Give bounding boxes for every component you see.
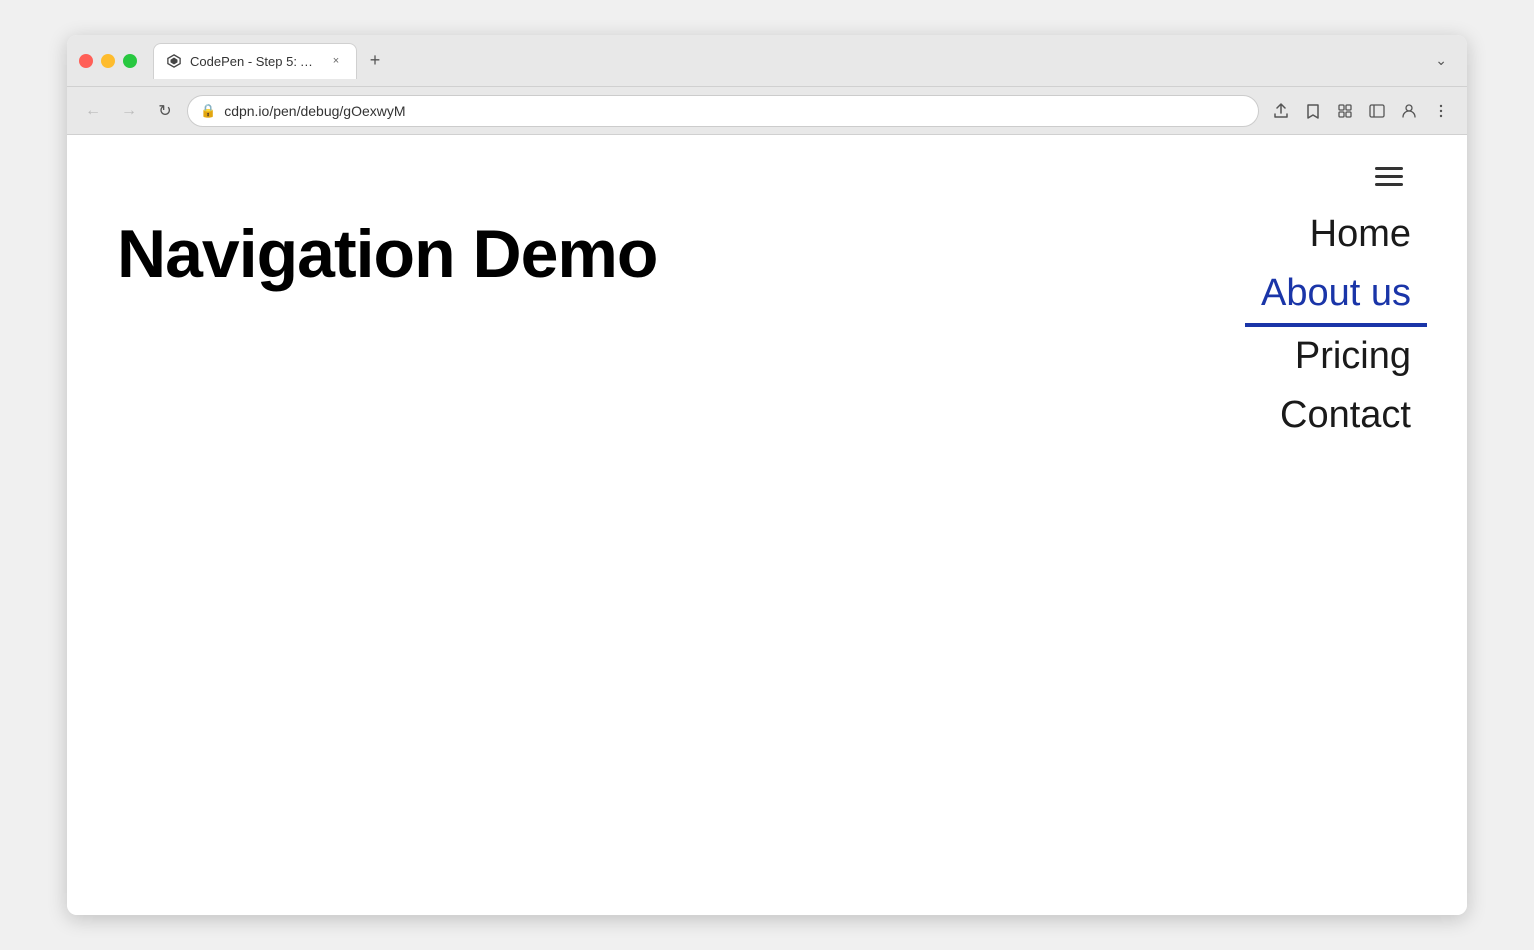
hamburger-line-2	[1375, 175, 1403, 178]
hamburger-button[interactable]	[1371, 163, 1407, 190]
address-bar: ← → ↻ 🔒 cdpn.io/pen/debug/gOexwyM	[67, 87, 1467, 135]
sidebar-button[interactable]	[1363, 97, 1391, 125]
lock-icon: 🔒	[200, 103, 216, 119]
minimize-window-button[interactable]	[101, 54, 115, 68]
url-bar[interactable]: 🔒 cdpn.io/pen/debug/gOexwyM	[187, 95, 1259, 127]
nav-item-about[interactable]: About us	[1245, 264, 1427, 327]
page-content: Navigation Demo Home About us Pricing Co…	[67, 135, 1467, 915]
nav-menu: Home About us Pricing Contact	[1245, 205, 1427, 445]
traffic-lights	[79, 54, 137, 68]
page-heading: Navigation Demo	[117, 215, 657, 293]
tab-area: CodePen - Step 5: Adding a bu × +	[153, 43, 1419, 79]
tab-favicon	[166, 53, 182, 69]
menu-button[interactable]	[1427, 97, 1455, 125]
nav-item-pricing[interactable]: Pricing	[1245, 327, 1427, 386]
hamburger-line-1	[1375, 167, 1403, 170]
extensions-button[interactable]	[1331, 97, 1359, 125]
title-bar: CodePen - Step 5: Adding a bu × + ⌄	[67, 35, 1467, 87]
back-button[interactable]: ←	[79, 97, 107, 125]
profile-button[interactable]	[1395, 97, 1423, 125]
tab-dropdown-button[interactable]: ⌄	[1427, 48, 1455, 73]
bookmark-button[interactable]	[1299, 97, 1327, 125]
nav-item-contact[interactable]: Contact	[1245, 386, 1427, 445]
active-tab[interactable]: CodePen - Step 5: Adding a bu ×	[153, 43, 357, 79]
reload-button[interactable]: ↻	[151, 97, 179, 125]
close-window-button[interactable]	[79, 54, 93, 68]
hamburger-line-3	[1375, 183, 1403, 186]
maximize-window-button[interactable]	[123, 54, 137, 68]
share-button[interactable]	[1267, 97, 1295, 125]
toolbar-icons	[1267, 97, 1455, 125]
tab-title: CodePen - Step 5: Adding a bu	[190, 54, 320, 69]
forward-button[interactable]: →	[115, 97, 143, 125]
new-tab-button[interactable]: +	[361, 47, 389, 75]
url-text: cdpn.io/pen/debug/gOexwyM	[224, 103, 1246, 119]
browser-window: CodePen - Step 5: Adding a bu × + ⌄ ← → …	[67, 35, 1467, 915]
nav-item-home[interactable]: Home	[1245, 205, 1427, 264]
tab-close-button[interactable]: ×	[328, 53, 344, 69]
